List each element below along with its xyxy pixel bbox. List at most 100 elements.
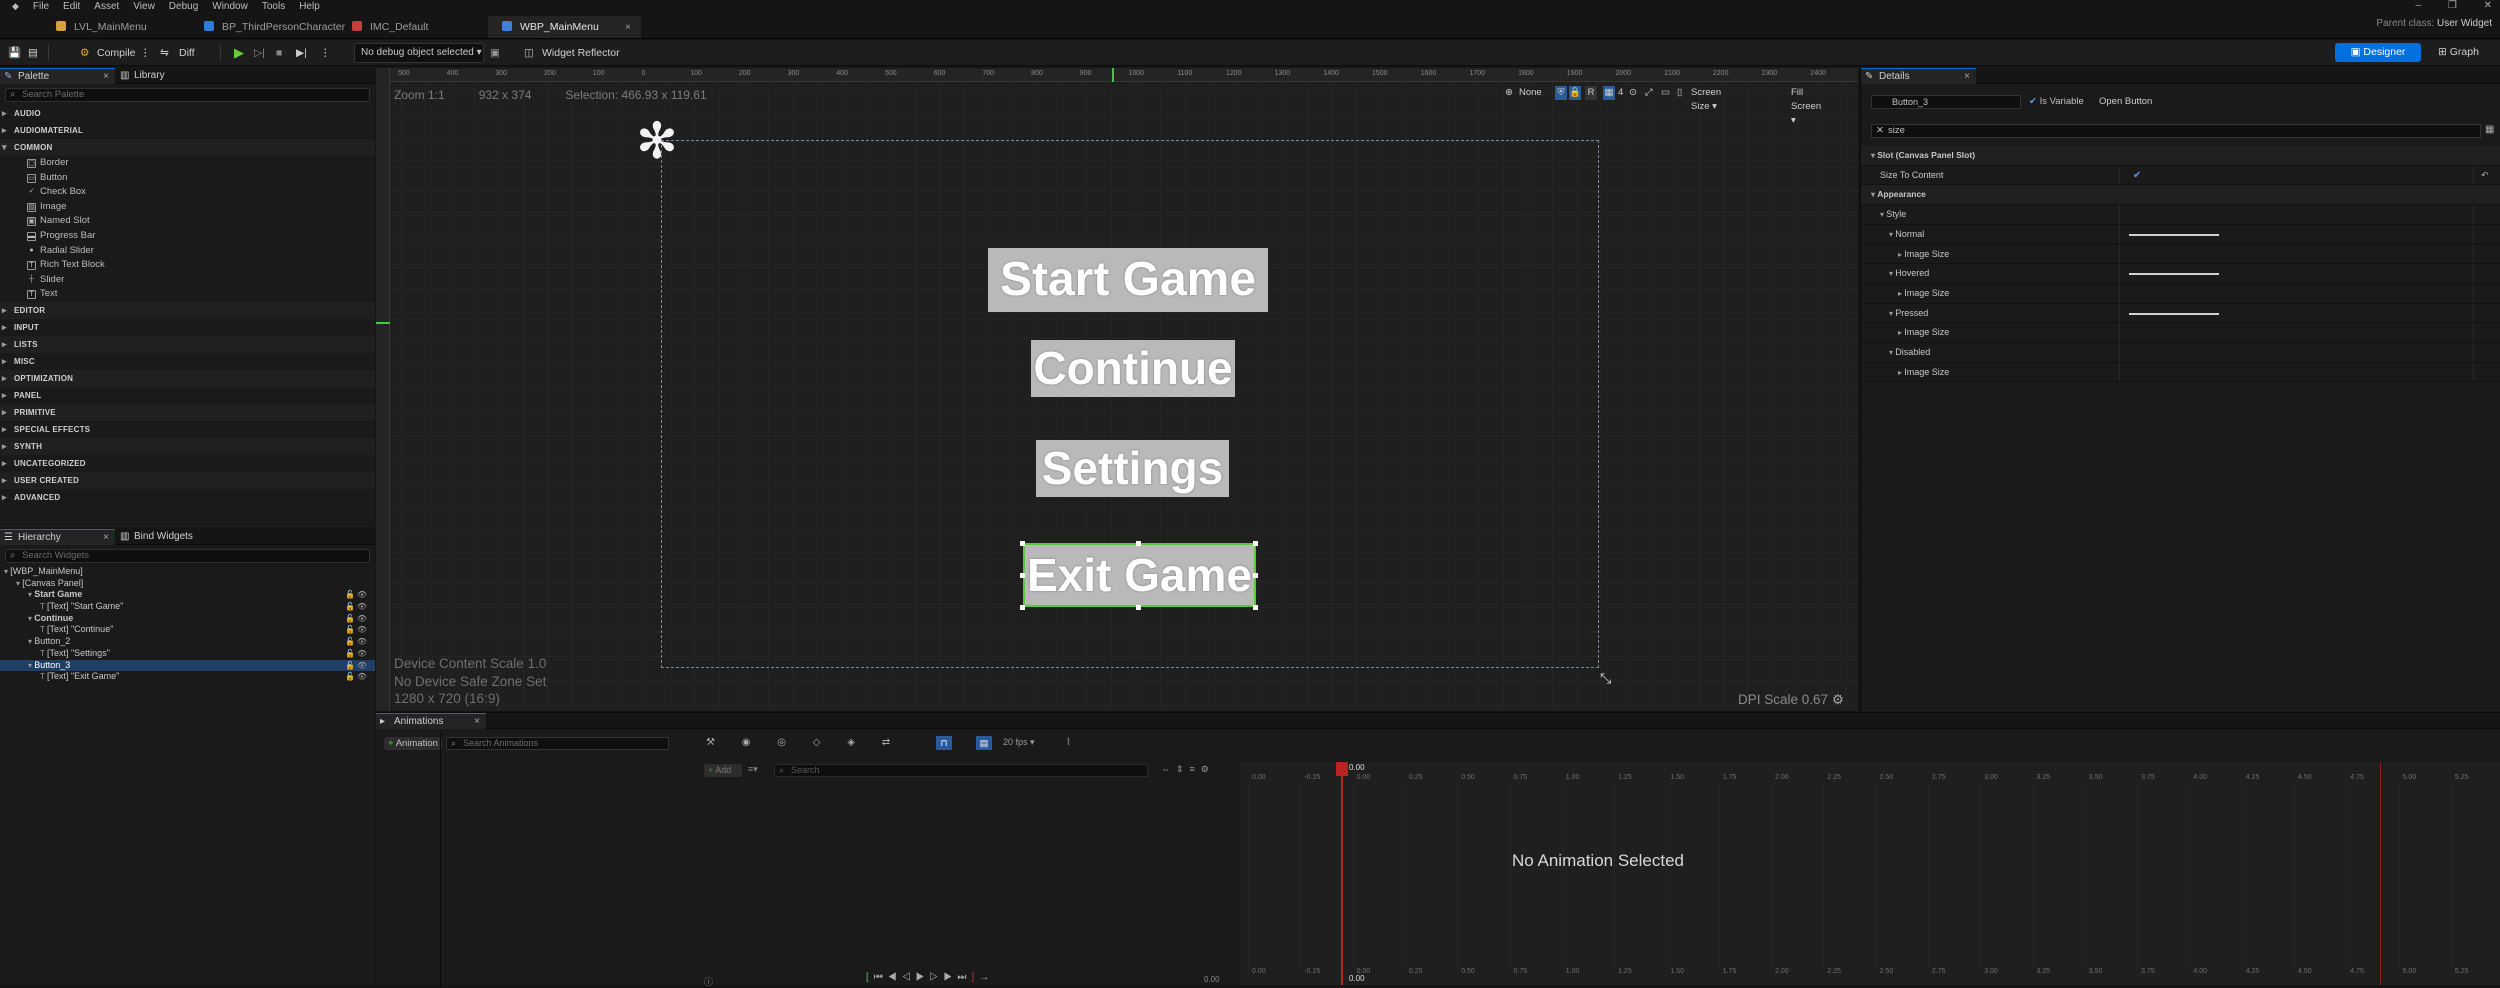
track-view-icons[interactable]: ⇔⇕≡⚙ [1161, 764, 1215, 775]
palette-item-button[interactable]: ▭ Button [0, 171, 375, 186]
play-options-icon[interactable]: ⋮ [320, 44, 331, 62]
visibility-eye-icon[interactable]: 👁 [357, 589, 367, 601]
palette-category-advanced[interactable]: ADVANCED [0, 489, 375, 506]
minimize-button[interactable]: – [2416, 0, 2422, 11]
palette-item-check-box[interactable]: ✓ Check Box [0, 185, 375, 200]
selection-handle[interactable] [1020, 573, 1025, 578]
palette-category-input[interactable]: INPUT [0, 319, 375, 336]
palette-category-uncategorized[interactable]: UNCATEGORIZED [0, 455, 375, 472]
palette-category-audiomaterial[interactable]: AUDIOMATERIAL [0, 122, 375, 139]
selection-handle[interactable] [1020, 541, 1025, 546]
ue-logo-icon[interactable]: ◆ [12, 1, 19, 12]
maximize-button[interactable]: ❐ [2448, 0, 2457, 11]
save-icon[interactable]: 💾 [8, 44, 21, 62]
fullscreen-icon[interactable]: ⤢ [1645, 86, 1653, 100]
tab-details[interactable]: ✎ Details × [1861, 68, 1976, 84]
tab-library[interactable]: ▥ Library [116, 68, 179, 84]
lock-icon[interactable]: 🔓 [345, 601, 355, 613]
hierarchy-item[interactable]: T [Text] "Start Game" 🔓 👁 [0, 601, 375, 613]
menu-item-view[interactable]: View [133, 1, 155, 12]
lock-icon[interactable]: 🔓 [345, 589, 355, 601]
gear-icon[interactable]: ⚙ [1832, 692, 1844, 707]
palette-category-lists[interactable]: LISTS [0, 335, 375, 353]
close-icon[interactable]: × [1964, 69, 1970, 85]
lock-icon[interactable]: 🔓 [345, 660, 355, 672]
info-icon[interactable]: ⓘ [704, 975, 713, 988]
hierarchy-item[interactable]: ▾ [WBP_MainMenu] [0, 566, 375, 578]
palette-category-synth[interactable]: SYNTH [0, 437, 375, 455]
hierarchy-item[interactable]: T [Text] "Continue" 🔓 👁 [0, 624, 375, 636]
hierarchy-item[interactable]: ▾ Continue 🔓 👁 [0, 613, 375, 625]
tab-imc_default[interactable]: IMC_Default [338, 16, 438, 38]
canvas-anchor-icon[interactable]: ✻ [636, 116, 678, 166]
hierarchy-item[interactable]: ▾ [Canvas Panel] [0, 578, 375, 590]
brush-preview[interactable] [2129, 233, 2219, 236]
tab-bind-widgets[interactable]: ▥ Bind Widgets [116, 529, 207, 545]
selection-handle[interactable] [1136, 541, 1141, 546]
visibility-eye-icon[interactable]: 👁 [357, 671, 367, 683]
tab-bp_thirdpersoncharacter[interactable]: BP_ThirdPersonCharacter [190, 16, 355, 38]
sequencer-toolbar-icons[interactable]: ⚒ ◉ ◎ ◇ ◈ ⇄ [706, 737, 902, 748]
reset-to-default-icon[interactable]: ↶ [2481, 166, 2489, 186]
fill-screen-dropdown[interactable]: Fill Screen ▾ [1791, 86, 1821, 126]
playhead[interactable] [1341, 762, 1343, 985]
current-time-display[interactable]: 0.00 [1204, 975, 1220, 984]
debug-folder-icon[interactable]: ▣ [490, 44, 500, 62]
palette-category-panel[interactable]: PANEL [0, 387, 375, 404]
details-row-hovered[interactable]: ▾ Hovered [1861, 264, 2500, 284]
close-icon[interactable]: × [625, 21, 631, 33]
lock-icon[interactable]: 🔒 [1569, 86, 1581, 100]
selection-handle[interactable] [1253, 541, 1258, 546]
visibility-eye-icon[interactable]: 👁 [357, 648, 367, 660]
compile-icon[interactable]: ⚙ [80, 44, 89, 62]
tab-lvl_mainmenu[interactable]: LVL_MainMenu [42, 16, 157, 38]
palette-item-text[interactable]: T Text [0, 287, 375, 302]
respect-locks-icon[interactable]: ⛨ [1555, 86, 1567, 100]
tab-wbp_mainmenu[interactable]: WBP_MainMenu × [488, 16, 641, 38]
palette-item-named-slot[interactable]: ▣ Named Slot [0, 214, 375, 229]
palette-item-progress-bar[interactable]: ▬ Progress Bar [0, 229, 375, 244]
hierarchy-item[interactable]: T [Text] "Settings" 🔓 👁 [0, 648, 375, 660]
visibility-eye-icon[interactable]: 👁 [357, 660, 367, 672]
widget-name-field[interactable]: Button_3 [1871, 95, 2021, 109]
details-search-input[interactable]: ✕ size [1871, 124, 2481, 138]
palette-category-primitive[interactable]: PRIMITIVE [0, 403, 375, 421]
zoom-to-fit-icon[interactable]: ⊙ [1629, 86, 1637, 100]
track-search-input[interactable]: ⌕ Search [774, 764, 1148, 777]
settings-button[interactable]: Settings [1036, 440, 1229, 497]
continue-button[interactable]: Continue [1031, 340, 1235, 397]
brush-preview[interactable] [2129, 273, 2219, 276]
browse-icon[interactable]: ▤ [28, 44, 38, 62]
palette-category-special-effects[interactable]: SPECIAL EFFECTS [0, 421, 375, 438]
palette-item-image[interactable]: ▨ Image [0, 200, 375, 215]
details-row-image-size[interactable]: ▸ Image Size [1861, 362, 2500, 383]
visibility-eye-icon[interactable]: 👁 [357, 601, 367, 613]
is-variable-checkbox[interactable]: ✔ Is Variable [2029, 95, 2084, 109]
playhead-handle[interactable] [1336, 762, 1348, 776]
diff-icon[interactable]: ⇋ [160, 44, 169, 62]
selection-handle[interactable] [1020, 605, 1025, 610]
snap-icon[interactable]: ⊓ [936, 736, 952, 750]
details-row-style[interactable]: ▾ Style [1861, 205, 2500, 225]
localization-preview-button[interactable]: R [1585, 86, 1597, 100]
playback-controls[interactable]: [⏮◀◁▶▷▶⏭]→ [866, 972, 994, 983]
hierarchy-item[interactable]: ▾ Start Game 🔓 👁 [0, 589, 375, 601]
menu-item-tools[interactable]: Tools [262, 1, 285, 12]
preview-none-label[interactable]: None [1519, 86, 1542, 100]
snap-frames-icon[interactable]: ▤ [976, 736, 992, 750]
details-row-size-to-content[interactable]: Size To Content ✔ ↶ [1861, 165, 2500, 186]
tab-palette[interactable]: ✎ Palette × [0, 68, 115, 84]
palette-category-misc[interactable]: MISC [0, 353, 375, 370]
menu-item-help[interactable]: Help [299, 1, 320, 12]
close-window-button[interactable]: ✕ [2484, 0, 2492, 11]
filter-icon[interactable]: ≡▾ [748, 764, 758, 775]
details-row-appearance[interactable]: ▾ Appearance [1861, 185, 2500, 206]
diff-button[interactable]: Diff [179, 44, 195, 62]
graph-mode-button[interactable]: ⊞ Graph [2438, 43, 2479, 62]
palette-item-rich-text-block[interactable]: T Rich Text Block [0, 258, 375, 273]
details-row-slot-canvas-panel-slot-[interactable]: ▾ Slot (Canvas Panel Slot) [1861, 146, 2500, 166]
fps-dropdown[interactable]: 20 fps ▾ [1003, 737, 1035, 748]
curve-editor-icon[interactable]: ⌇ [1066, 737, 1071, 748]
lock-icon[interactable]: 🔓 [345, 671, 355, 683]
anchor-none-icon[interactable]: ⊕ [1505, 86, 1513, 100]
